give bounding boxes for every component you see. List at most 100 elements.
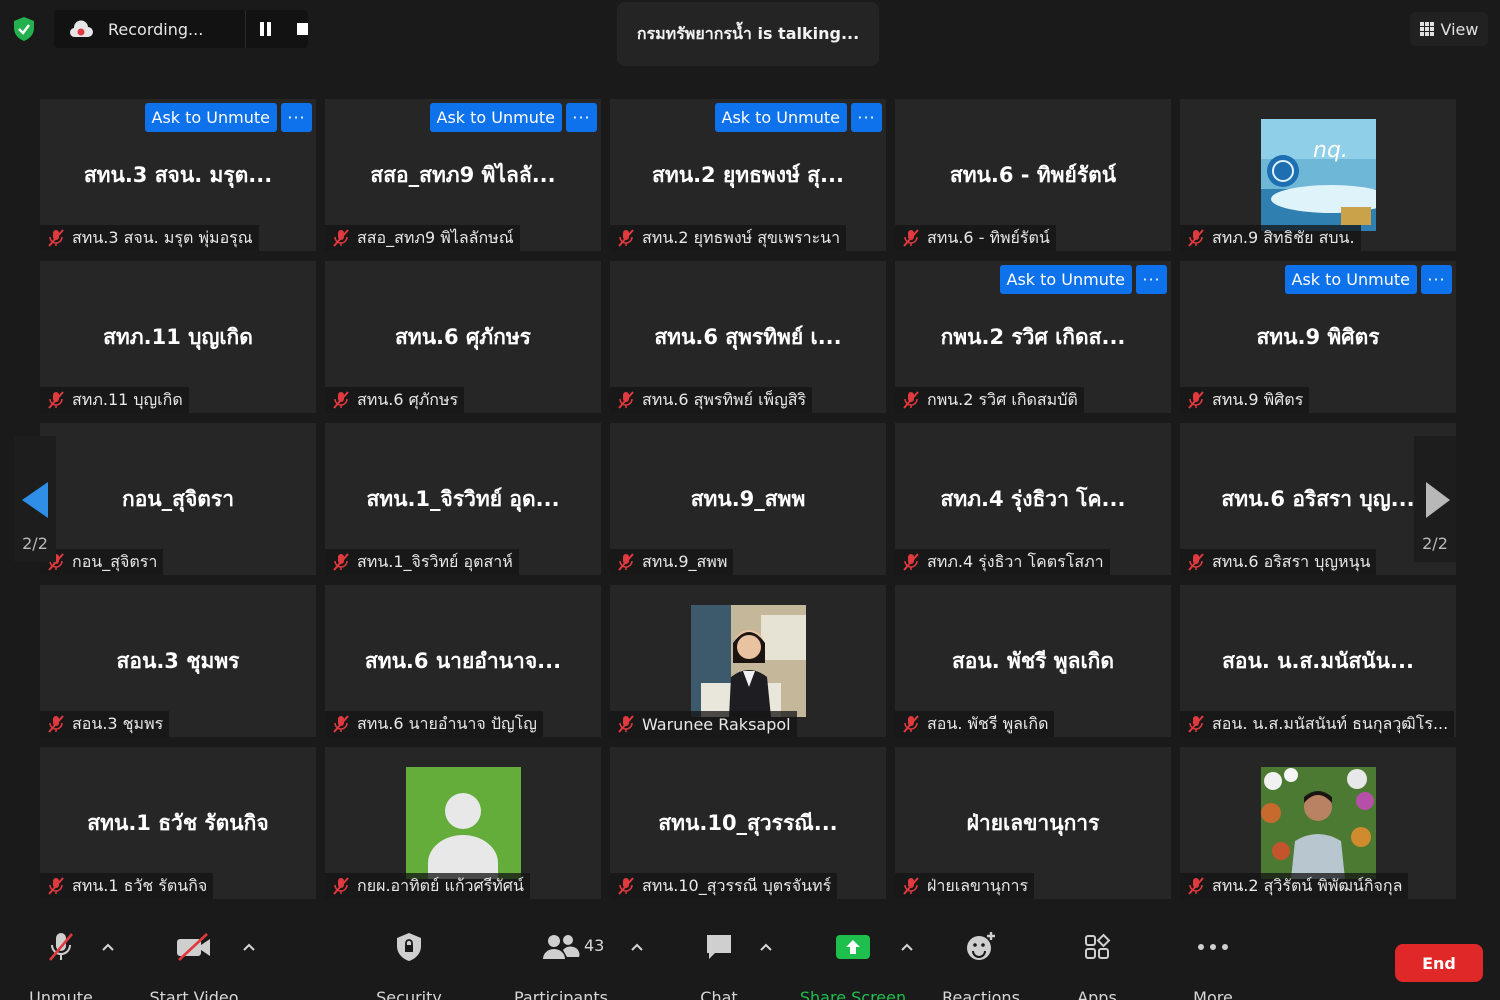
pause-recording-icon[interactable] xyxy=(259,22,273,36)
security-button[interactable]: Security xyxy=(349,930,469,1000)
participant-tile[interactable]: กยผ.อาทิตย์ แก้วศรีทัศน์ xyxy=(325,747,601,899)
participant-name: กยผ.อาทิตย์ แก้วศรีทัศน์ xyxy=(357,875,524,895)
participant-name-label: สทน.2 สุวิรัตน์ พิพัฒน์กิจกุล xyxy=(1180,873,1409,899)
participants-button[interactable]: 43 Participants xyxy=(501,930,621,1000)
muted-microphone-icon xyxy=(901,228,921,248)
ask-to-unmute-button[interactable]: Ask to Unmute xyxy=(1284,265,1417,294)
video-grid: สทน.3 สจน. มรุต... Ask to Unmute ··· สทน.3 … xyxy=(40,99,1456,899)
participant-tile[interactable]: กพน.2 รวิศ เกิดส... Ask to Unmute ··· กพน.2… xyxy=(895,261,1171,413)
participant-name: สทภ.9 สิทธิชัย สบน. xyxy=(1212,227,1355,247)
ask-to-unmute-button[interactable]: Ask to Unmute xyxy=(714,103,847,132)
apps-label: Apps xyxy=(1077,988,1117,1000)
muted-microphone-icon xyxy=(331,390,351,410)
security-shield-icon xyxy=(349,930,469,964)
ask-to-unmute-button[interactable]: Ask to Unmute xyxy=(429,103,562,132)
muted-microphone-icon xyxy=(1186,228,1206,248)
participant-tile[interactable]: สทน.2 ยุทธพงษ์ สุ... Ask to Unmute ··· สทน.… xyxy=(610,99,886,251)
participant-tile[interactable]: สทภ.4 รุ่งธิวา โค... สทภ.4 รุ่งธิวา โคตรโ… xyxy=(895,423,1171,575)
participant-tile[interactable]: Warunee Raksapol xyxy=(610,585,886,737)
participant-name: สทน.3 สจน. มรุต พุ่มอรุณ xyxy=(72,227,253,247)
participant-tile[interactable]: สทน.3 สจน. มรุต... Ask to Unmute ··· สทน.3 … xyxy=(40,99,316,251)
participant-name: สทน.6 ศุภักษร xyxy=(357,389,459,409)
participant-tile[interactable]: สทน.6 - ทิพย์รัตน์ สทน.6 - ทิพย์รัตน์ xyxy=(895,99,1171,251)
more-label: More xyxy=(1193,988,1233,1000)
tile-more-button[interactable]: ··· xyxy=(1421,265,1452,294)
participant-name-label: ฝ่ายเลขานุการ xyxy=(895,873,1035,899)
next-page-button[interactable]: 2/2 xyxy=(1414,436,1456,562)
audio-options-caret-icon[interactable] xyxy=(100,940,116,954)
participant-name-label: Warunee Raksapol xyxy=(610,711,797,737)
encryption-shield-icon[interactable] xyxy=(12,16,36,42)
participant-name-label: กยผ.อาทิตย์ แก้วศรีทัศน์ xyxy=(325,873,530,899)
tile-actions: Ask to Unmute ··· xyxy=(714,103,882,132)
muted-microphone-icon xyxy=(331,228,351,248)
tile-more-button[interactable]: ··· xyxy=(851,103,882,132)
participant-name: สทน.6 อริสรา บุญหนุน xyxy=(1212,551,1371,571)
muted-microphone-icon xyxy=(1186,390,1206,410)
participant-display-name: สทน.10_สุวรรณี... xyxy=(658,811,838,835)
participant-name-label: สอน.3 ชุมพร xyxy=(40,711,170,737)
muted-microphone-icon xyxy=(331,552,351,572)
chat-label: Chat xyxy=(700,988,738,1000)
muted-microphone-icon xyxy=(1186,714,1206,734)
participant-tile[interactable]: สอน.3 ชุมพร สอน.3 ชุมพร xyxy=(40,585,316,737)
reactions-button[interactable]: Reactions xyxy=(921,930,1041,1000)
participant-name-label: สทน.10_สุวรรณี บุตรจันทร์ xyxy=(610,873,838,899)
participant-display-name: สทภ.11 บุญเกิด xyxy=(103,325,253,349)
participant-tile[interactable]: สทน.6 ศุภักษร สทน.6 ศุภักษร xyxy=(325,261,601,413)
participant-tile[interactable]: สทน.6 สุพรทิพย์ เ... สทน.6 สุพรทิพย์ เพ็ญ… xyxy=(610,261,886,413)
participant-name-label: สทน.6 นายอำนาจ ปัญโญ xyxy=(325,711,543,737)
ask-to-unmute-button[interactable]: Ask to Unmute xyxy=(144,103,277,132)
participant-name-label: สอน. น.ส.มนัสนันท์ ธนกุลวุฒิโร... xyxy=(1180,711,1455,737)
muted-microphone-icon xyxy=(46,714,66,734)
participant-tile[interactable]: สทน.10_สุวรรณี... สทน.10_สุวรรณี บุตรจันท… xyxy=(610,747,886,899)
participant-name: สทน.9 พิศิตร xyxy=(1212,389,1304,409)
participant-name-label: สทน.1_จิรวิทย์ อุตสาห์ xyxy=(325,549,519,575)
participant-tile[interactable]: สทน.1_จิรวิทย์ อุด... สทน.1_จิรวิทย์ อุตส… xyxy=(325,423,601,575)
participant-name-label: สทน.6 - ทิพย์รัตน์ xyxy=(895,225,1056,251)
share-screen-icon xyxy=(793,930,913,964)
participant-tile[interactable]: ฝ่ายเลขานุการ ฝ่ายเลขานุการ xyxy=(895,747,1171,899)
participant-tile[interactable]: สสอ_สทภ9 พิไลลั... Ask to Unmute ··· สสอ_สท… xyxy=(325,99,601,251)
start-video-button[interactable]: Start Video xyxy=(134,930,254,1000)
recording-label: Recording... xyxy=(108,19,204,39)
share-screen-button[interactable]: Share Screen xyxy=(793,930,913,1000)
tile-more-button[interactable]: ··· xyxy=(566,103,597,132)
participant-name: Warunee Raksapol xyxy=(642,714,791,734)
video-options-caret-icon[interactable] xyxy=(241,940,257,954)
chat-options-caret-icon[interactable] xyxy=(758,940,774,954)
view-button[interactable]: View xyxy=(1410,12,1488,46)
page-indicator: 2/2 xyxy=(22,534,48,553)
more-dots-icon xyxy=(1153,930,1273,964)
participant-tile[interactable]: สอน. น.ส.มนัสนัน... สอน. น.ส.มนัสนันท์ ธน… xyxy=(1180,585,1456,737)
participant-tile[interactable]: สทน.9 พิศิตร Ask to Unmute ··· สทน.9 พิศิตร xyxy=(1180,261,1456,413)
previous-page-button[interactable]: 2/2 xyxy=(14,436,56,562)
participant-tile[interactable]: สทน.2 สุวิรัตน์ พิพัฒน์กิจกุล xyxy=(1180,747,1456,899)
participant-tile[interactable]: สทน.9_สพพ สทน.9_สพพ xyxy=(610,423,886,575)
more-button[interactable]: More xyxy=(1153,930,1273,1000)
participant-name: สอน. พัชรี พูลเกิด xyxy=(927,713,1049,733)
participant-tile[interactable]: nq. สทภ.9 สิทธิชัย สบน. xyxy=(1180,99,1456,251)
share-options-caret-icon[interactable] xyxy=(899,940,915,954)
participant-name: สทน.1 ธวัช รัตนกิจ xyxy=(72,875,208,895)
participant-tile[interactable]: สทภ.11 บุญเกิด สทภ.11 บุญเกิด xyxy=(40,261,316,413)
end-meeting-button[interactable]: End xyxy=(1395,944,1483,982)
participant-tile[interactable]: สอน. พัชรี พูลเกิด สอน. พัชรี พูลเกิด xyxy=(895,585,1171,737)
participant-display-name: กอน_สุจิตรา xyxy=(121,487,234,511)
tile-more-button[interactable]: ··· xyxy=(1136,265,1167,294)
apps-button[interactable]: Apps xyxy=(1037,930,1157,1000)
tile-more-button[interactable]: ··· xyxy=(281,103,312,132)
participants-options-caret-icon[interactable] xyxy=(629,940,645,954)
tile-actions: Ask to Unmute ··· xyxy=(1284,265,1452,294)
participant-name-label: สทน.9 พิศิตร xyxy=(1180,387,1310,413)
participant-name-label: สทน.2 ยุทธพงษ์ สุขเพราะนา xyxy=(610,225,847,251)
participant-tile[interactable]: สทน.6 นายอำนาจ... สทน.6 นายอำนาจ ปัญโญ xyxy=(325,585,601,737)
ask-to-unmute-button[interactable]: Ask to Unmute xyxy=(999,265,1132,294)
arrow-left-icon xyxy=(22,482,48,518)
participant-tile[interactable]: สทน.1 ธวัช รัตนกิจ สทน.1 ธวัช รัตนกิจ xyxy=(40,747,316,899)
muted-microphone-icon xyxy=(1186,876,1206,896)
participant-tile[interactable]: กอน_สุจิตรา กอน_สุจิตรา xyxy=(40,423,316,575)
muted-microphone-icon xyxy=(46,876,66,896)
participant-name: ฝ่ายเลขานุการ xyxy=(927,875,1029,895)
stop-recording-icon[interactable] xyxy=(296,23,308,35)
